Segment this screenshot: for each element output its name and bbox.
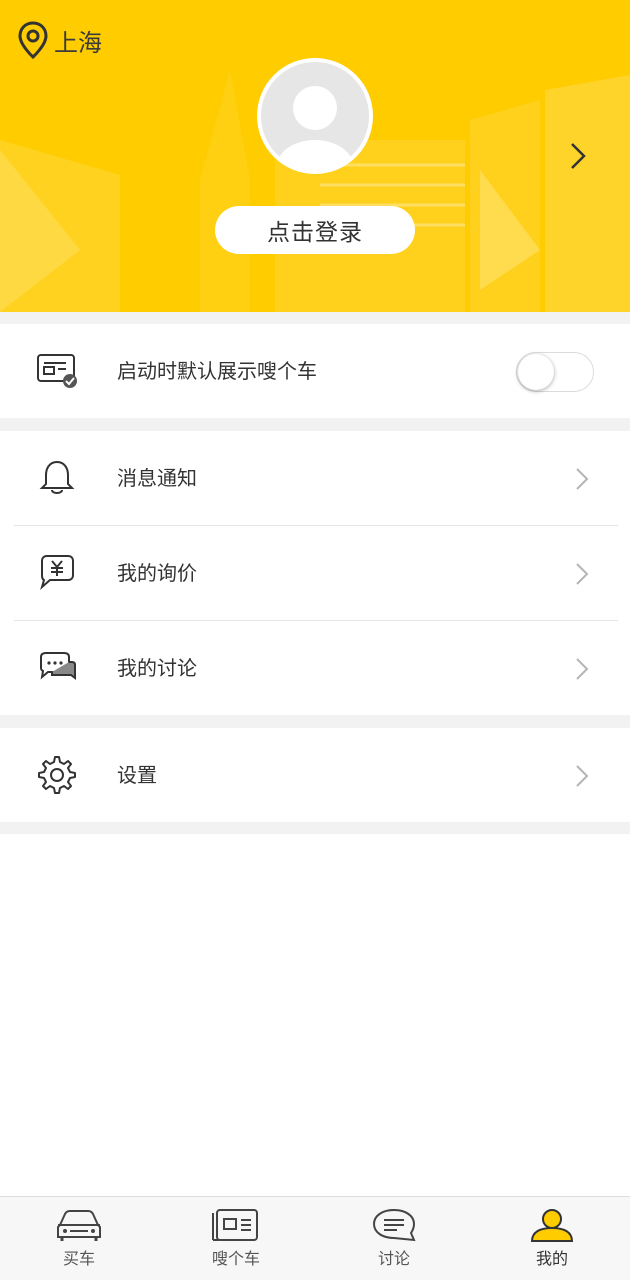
profile-chevron-icon[interactable]	[566, 140, 590, 172]
startup-toggle[interactable]	[516, 352, 594, 392]
startup-setting-label: 启动时默认展示嗖个车	[117, 359, 317, 383]
avatar[interactable]	[257, 58, 373, 174]
chevron-right-icon	[576, 563, 589, 585]
menu-item-label: 我的询价	[117, 561, 197, 585]
tab-label: 我的	[535, 1249, 568, 1268]
chevron-right-icon	[576, 765, 589, 787]
toggle-knob	[518, 354, 554, 390]
user-icon	[530, 1209, 574, 1242]
menu-item-inquiries[interactable]: 我的询价	[0, 526, 630, 620]
tab-label: 嗖个车	[211, 1249, 260, 1268]
menu-item-label: 消息通知	[117, 466, 197, 490]
menu-item-label: 设置	[117, 763, 157, 787]
section-gap	[0, 822, 630, 834]
tab-buy-car[interactable]: 买车	[19, 1197, 139, 1280]
chat-icon	[372, 1208, 416, 1242]
section-gap	[0, 418, 630, 431]
bell-icon	[39, 460, 75, 494]
location-selector[interactable]: 上海	[18, 20, 102, 60]
tab-discussion[interactable]: 讨论	[334, 1197, 454, 1280]
chevron-right-icon	[576, 658, 589, 680]
car-icon	[57, 1210, 101, 1241]
login-button[interactable]: 点击登录	[215, 206, 415, 254]
section-gap	[0, 715, 630, 728]
card-check-icon	[37, 354, 77, 388]
yuan-chat-icon	[40, 555, 74, 590]
tab-mine[interactable]: 我的	[492, 1197, 612, 1280]
section-gap	[0, 312, 630, 324]
default-avatar-icon	[277, 86, 353, 170]
profile-page: 上海 点击登录 启动时默认展示嗖个车 消息通知 我的询价 我的讨论 设置 买车 …	[0, 0, 630, 1280]
location-pin-icon	[18, 21, 48, 59]
profile-header: 上海 点击登录	[0, 0, 630, 312]
menu-item-discussions[interactable]: 我的讨论	[0, 621, 630, 715]
menu-item-settings[interactable]: 设置	[0, 728, 630, 822]
location-text: 上海	[54, 28, 102, 57]
menu-item-label: 我的讨论	[117, 656, 197, 680]
gear-icon	[38, 756, 76, 794]
menu-item-notifications[interactable]: 消息通知	[0, 431, 630, 525]
news-icon	[212, 1209, 258, 1241]
bottom-tab-bar: 买车 嗖个车 讨论 我的	[0, 1196, 630, 1280]
chevron-right-icon	[576, 468, 589, 490]
tab-label: 讨论	[377, 1249, 410, 1268]
tab-label: 买车	[62, 1249, 95, 1268]
tab-sougeche[interactable]: 嗖个车	[176, 1197, 296, 1280]
discussion-icon	[40, 652, 76, 680]
